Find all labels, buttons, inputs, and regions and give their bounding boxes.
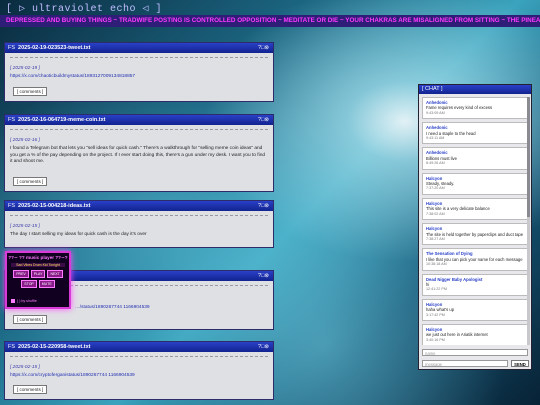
post-window: FS 2025-02-15-220958-tweet.txt ?□⊗ [ 2025…: [4, 341, 274, 400]
music-player: ??∽ ?? music player ??∽? Sad Vibes Drum …: [5, 251, 71, 309]
shuffle-toggle[interactable]: ( ) by shuffle: [11, 299, 37, 303]
chat-message: Anhedonic Billions must live 8:49:26 AM: [422, 147, 528, 170]
window-controls[interactable]: ?□⊗: [258, 271, 269, 281]
window-controls[interactable]: ?□⊗: [258, 201, 269, 211]
divider: [10, 215, 268, 221]
player-title: ??∽ ?? music player ??∽?: [8, 255, 68, 260]
post-titlebar: FS 2025-02-16-064719-meme-coin.txt ?□⊗: [5, 115, 273, 125]
window-controls[interactable]: ?□⊗: [258, 115, 269, 125]
message-time: 9:43:11 AM: [426, 136, 445, 141]
divider: [10, 356, 268, 362]
post-window: FS 2025-02-19-023523-tweet.txt ?□⊗ [ 2025…: [4, 42, 274, 102]
chat-scrollbar[interactable]: [527, 97, 530, 345]
chat-message: The Sensation of Dying I like that you ca…: [422, 248, 528, 271]
message-time: 3:40:16 PM: [426, 337, 445, 342]
shuffle-label: ( ) by shuffle: [17, 298, 37, 303]
message-time: 7:38:02 AM: [426, 211, 445, 216]
marquee-banner: DEPRESSED AND BUYING THINGS ~ TRADWIFE P…: [0, 15, 540, 27]
post-link[interactable]: https://x.com/cryptoferganistatus/189026…: [10, 373, 268, 378]
post-link[interactable]: https://x.com/chaoticbuildmystatus/18931…: [10, 74, 268, 79]
post-date: [ 2025-02-15 ]: [10, 224, 40, 229]
post-titlebar: FS 2025-02-15-004218-ideas.txt ?□⊗: [5, 201, 273, 211]
chat-message: Dead Nigger Baby Apologist hi 12:41:22 PM: [422, 273, 528, 296]
site-title: [ ▷ ultraviolet echo ◁ ]: [6, 4, 163, 15]
post-text: I found a Telegram bot that lets you "se…: [10, 146, 266, 165]
comments-button[interactable]: [ comments ]: [13, 87, 48, 96]
post-filename: 2025-02-15-220958-tweet.txt: [18, 344, 91, 350]
chat-message: Halcyon we just out here in Ariatik inter…: [422, 323, 528, 345]
player-controls: PREV PLAY NEXT: [7, 270, 69, 278]
message-time: 3:17:42 PM: [426, 312, 445, 317]
chat-name-input[interactable]: name: [422, 349, 528, 356]
message-time: 9:43:09 AM: [426, 110, 445, 115]
chat-message: Anhedonic Fame requires every kind of exc…: [422, 97, 528, 120]
message-time: 8:49:26 AM: [426, 161, 445, 166]
chat-header: [ CHAT ]: [419, 85, 531, 94]
post-filename: 2025-02-19-023523-tweet.txt: [18, 45, 91, 51]
chat-message: Halcyon Steady, steady. 7:37:20 AM: [422, 172, 528, 195]
chat-message: Halcyon This site is a very delicate bala…: [422, 197, 528, 221]
chat-message: Halcyon haha what's up 3:17:42 PM: [422, 298, 528, 321]
play-button[interactable]: PLAY: [30, 270, 46, 278]
chat-message: Anhedonic I need a staple to the head 9:43…: [422, 122, 528, 145]
post-date: [ 2025-02-19 ]: [10, 66, 40, 71]
post-titlebar: FS 2025-02-19-023523-tweet.txt ?□⊗: [5, 43, 273, 53]
post-date: [ 2025-02-15 ]: [10, 365, 40, 370]
post-filename: 2025-02-15-004218-ideas.txt: [18, 203, 91, 209]
chat-window: [ CHAT ] Anhedonic Fame requires every ki…: [418, 84, 532, 370]
window-controls[interactable]: ?□⊗: [258, 43, 269, 53]
message-time: 7:38:27 AM: [426, 236, 445, 241]
player-controls-secondary: STOP MUTE: [7, 280, 69, 288]
chat-message-input[interactable]: message: [422, 360, 508, 367]
comments-button[interactable]: [ comments ]: [13, 315, 48, 324]
checkbox-icon: [11, 299, 15, 303]
track-name: Sad Vibes Drum Kid Tonight: [11, 263, 65, 267]
folder-icon: FS: [8, 117, 16, 123]
folder-icon: FS: [8, 45, 16, 51]
message-time: 7:37:20 AM: [426, 186, 445, 191]
post-link[interactable]: …/status/1890267744 1166904539: [75, 305, 268, 310]
chat-message: Halcyon The site is held together by pape…: [422, 223, 528, 246]
post-text: The day I start selling my ideas for qui…: [10, 232, 147, 237]
post-titlebar: FS 2025-02-15-220958-tweet.txt ?□⊗: [5, 342, 273, 352]
divider: [10, 57, 268, 63]
post-date: [ 2025-02-16 ]: [10, 138, 40, 143]
post-filename: 2025-02-16-064719-meme-coin.txt: [18, 117, 106, 123]
stop-button[interactable]: STOP: [21, 280, 37, 288]
mute-button[interactable]: MUTE: [38, 280, 55, 288]
folder-icon: FS: [8, 203, 16, 209]
prev-button[interactable]: PREV: [13, 270, 29, 278]
comments-button[interactable]: [ comments ]: [13, 177, 48, 186]
message-time: 10:38:18 AM: [426, 262, 447, 267]
send-button[interactable]: SEND: [511, 360, 529, 367]
comments-button[interactable]: [ comments ]: [13, 385, 48, 394]
scrollbar-thumb[interactable]: [527, 97, 530, 217]
folder-icon: FS: [8, 344, 16, 350]
divider: [10, 129, 268, 135]
post-window: FS 2025-02-16-064719-meme-coin.txt ?□⊗ [ …: [4, 114, 274, 192]
window-controls[interactable]: ?□⊗: [258, 342, 269, 352]
post-window: FS 2025-02-15-004218-ideas.txt ?□⊗ [ 2025…: [4, 200, 274, 248]
chat-messages[interactable]: Anhedonic Fame requires every kind of exc…: [422, 97, 528, 345]
message-time: 12:41:22 PM: [426, 287, 447, 292]
next-button[interactable]: NEXT: [47, 270, 63, 278]
